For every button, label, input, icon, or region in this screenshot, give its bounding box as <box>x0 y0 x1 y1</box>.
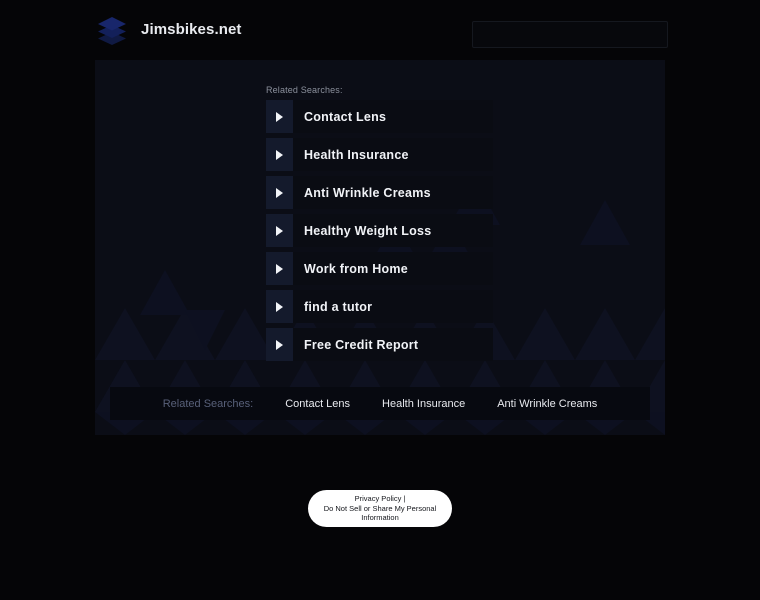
stacked-layers-icon <box>95 12 129 46</box>
related-searches-list: Contact Lens Health Insurance Anti Wrink… <box>266 100 493 366</box>
privacy-line-2: Do Not Sell or Share My Personal <box>323 503 437 513</box>
list-item-label: find a tutor <box>304 299 373 314</box>
related-search-link[interactable]: Anti Wrinkle Creams <box>497 398 597 410</box>
brand-name: Jimsbikes.net <box>141 20 242 38</box>
list-item-label: Healthy Weight Loss <box>304 223 432 238</box>
list-item[interactable]: Work from Home <box>266 252 493 285</box>
list-item-label: Anti Wrinkle Creams <box>304 185 431 200</box>
brand-logo-link[interactable]: Jimsbikes.net <box>95 12 242 46</box>
search-input[interactable] <box>473 22 667 47</box>
play-triangle-icon <box>266 100 293 133</box>
list-item[interactable]: find a tutor <box>266 290 493 323</box>
related-searches-bar: Related Searches: Contact Lens Health In… <box>110 387 650 420</box>
content-card: Related Searches: Contact Lens Health In… <box>95 60 665 435</box>
list-item[interactable]: Anti Wrinkle Creams <box>266 176 493 209</box>
privacy-policy-button[interactable]: Privacy Policy | Do Not Sell or Share My… <box>308 490 452 527</box>
list-item-label: Contact Lens <box>304 109 387 124</box>
privacy-line-1: Privacy Policy | <box>354 494 406 504</box>
play-triangle-icon <box>266 138 293 171</box>
list-item[interactable]: Contact Lens <box>266 100 493 133</box>
related-searches-label: Related Searches: <box>266 85 343 95</box>
related-search-link[interactable]: Contact Lens <box>285 398 350 410</box>
list-item-label: Free Credit Report <box>304 337 419 352</box>
list-item-label: Work from Home <box>304 261 408 276</box>
related-search-link[interactable]: Health Insurance <box>382 398 465 410</box>
play-triangle-icon <box>266 176 293 209</box>
search-box[interactable] <box>472 21 668 48</box>
related-searches-bar-label: Related Searches: <box>162 397 254 410</box>
play-triangle-icon <box>266 290 293 323</box>
list-item[interactable]: Free Credit Report <box>266 328 493 361</box>
privacy-line-3: Information <box>361 513 399 523</box>
page-root: Jimsbikes.net Related Searches: Contact … <box>0 0 760 600</box>
page-header: Jimsbikes.net <box>0 0 760 58</box>
list-item[interactable]: Healthy Weight Loss <box>266 214 493 247</box>
play-triangle-icon <box>266 214 293 247</box>
list-item-label: Health Insurance <box>304 147 409 162</box>
card-inner: Related Searches: Contact Lens Health In… <box>95 60 665 435</box>
play-triangle-icon <box>266 252 293 285</box>
play-triangle-icon <box>266 328 293 361</box>
list-item[interactable]: Health Insurance <box>266 138 493 171</box>
